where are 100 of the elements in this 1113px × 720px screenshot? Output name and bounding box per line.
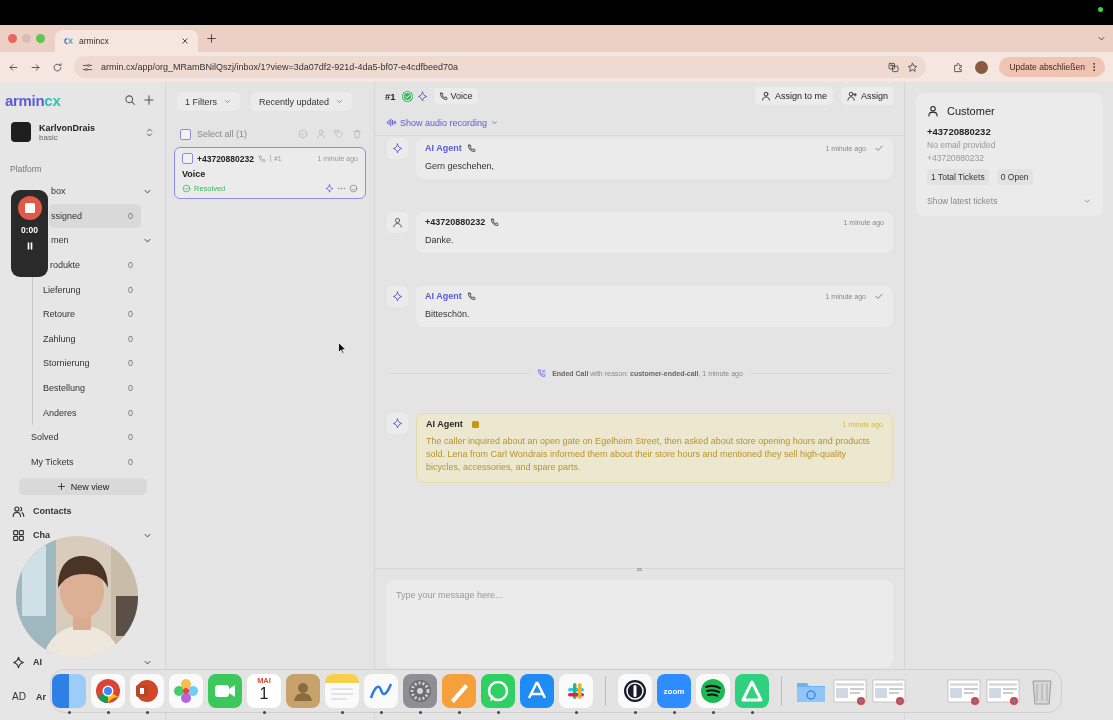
- back-icon[interactable]: [8, 61, 19, 73]
- reload-icon[interactable]: [52, 61, 63, 73]
- sidebar-item[interactable]: Stornierung 0: [33, 351, 141, 376]
- app-logo[interactable]: armincx: [5, 91, 61, 109]
- search-icon[interactable]: [124, 94, 136, 106]
- sidebar-item[interactable]: Solved 0: [19, 424, 141, 450]
- chevron-icon: [1082, 196, 1092, 206]
- grid-icon[interactable]: [12, 528, 25, 542]
- item-count: 0: [128, 358, 133, 369]
- extensions-icon[interactable]: [953, 61, 965, 73]
- assign-button[interactable]: Assign: [841, 87, 894, 105]
- new-tab-icon[interactable]: [206, 33, 217, 44]
- message-text: Bitteschön.: [425, 309, 471, 319]
- sidebar-item[interactable]: ssigned 0: [49, 203, 141, 229]
- sidebar-item[interactable]: Lieferung 0: [33, 277, 141, 302]
- app-icon[interactable]: [618, 674, 652, 708]
- sidebar-item[interactable]: Zahlung 0: [33, 326, 141, 352]
- sidebar-item[interactable]: men: [49, 228, 155, 253]
- sender-name: AI Agent: [425, 291, 462, 301]
- sidebar-item[interactable]: rodukte 0: [50, 252, 141, 278]
- assign-button[interactable]: Assign to me: [754, 87, 833, 105]
- address-bar[interactable]: armin.cx/app/org_MRamBNilQszj/inbox/1?view=3da07df2-921d-4da5-bf07-e4cdfbeed70a: [74, 56, 927, 78]
- section-label: Platform: [10, 164, 43, 174]
- phone-icon: [490, 217, 500, 227]
- sender-name: +43720880232: [425, 217, 486, 227]
- sender-name: AI Agent: [425, 143, 462, 153]
- user-icon: [760, 91, 771, 101]
- phone-icon: [257, 154, 266, 163]
- sidebar-item[interactable]: box: [49, 179, 155, 204]
- sort-button[interactable]: Recently updated: [251, 92, 353, 111]
- site-logo-icon: [63, 36, 73, 46]
- sidebar-item[interactable]: Anderes 0: [33, 400, 141, 425]
- check-circle-icon[interactable]: [298, 129, 308, 139]
- site-info-icon[interactable]: [82, 61, 93, 73]
- translate-icon[interactable]: [888, 61, 900, 73]
- tab-title: armincx: [79, 36, 110, 46]
- chevron-icon[interactable]: [490, 118, 500, 127]
- recording-time: 0:00: [21, 225, 38, 235]
- item-count: 0: [128, 284, 133, 295]
- waveform-icon[interactable]: [386, 117, 397, 128]
- item-count: 0: [128, 333, 133, 344]
- update-button[interactable]: Update abschließen: [999, 57, 1105, 77]
- star-icon[interactable]: [907, 61, 919, 73]
- smiley-icon[interactable]: [349, 184, 358, 193]
- stop-button[interactable]: [17, 196, 42, 220]
- forward-icon[interactable]: [30, 61, 41, 73]
- ticket-count: 0 Open: [996, 169, 1033, 185]
- sparkle-icon[interactable]: [12, 655, 25, 669]
- calendar-day: 1: [259, 685, 269, 702]
- item-count: 0: [128, 309, 133, 320]
- sidebar-item[interactable]: My Tickets 0: [19, 449, 141, 475]
- check-circle-icon: [182, 184, 191, 193]
- customer-name: +43720880232: [927, 126, 992, 137]
- user-icon: [392, 217, 403, 228]
- phone-icon: [537, 369, 547, 378]
- phone-icon: [438, 91, 448, 101]
- sparkle-icon: [416, 90, 428, 102]
- switch-icon[interactable]: [144, 126, 155, 138]
- chevron-icon: [335, 97, 345, 106]
- sparkle-icon: [392, 418, 403, 429]
- filters-button[interactable]: 1 Filters: [177, 92, 240, 111]
- phone-icon: [466, 291, 476, 301]
- user-initials: AD: [12, 691, 26, 703]
- sparkle-icon: [392, 143, 403, 154]
- ticket-count: 1 Total Tickets: [927, 169, 989, 185]
- card-title: Customer: [947, 105, 995, 117]
- item-count: 0: [128, 432, 133, 443]
- checkbox[interactable]: [180, 128, 191, 140]
- sparkle-icon: [325, 184, 334, 193]
- sender-name: AI Agent: [426, 419, 463, 429]
- message-text: The caller inquired about an open gate on Egelheim Street, then asked about store opening hours and products sold. Lena from Carl Wondrais informed them about their store hours and mentioned they sell high-quality bicycles, accessories, and spare parts.: [426, 435, 871, 474]
- contacts-icon[interactable]: [12, 504, 25, 518]
- audio-toggle[interactable]: Show audio recording: [400, 117, 488, 128]
- browser-tab[interactable]: armincx: [55, 30, 198, 52]
- message-input[interactable]: Type your message here...: [386, 580, 893, 668]
- nav-item[interactable]: Cha: [33, 530, 134, 541]
- nav-item[interactable]: Contacts: [33, 506, 153, 517]
- url-text: armin.cx/app/org_MRamBNilQszj/inbox/1?view=3da07df2-921d-4da5-bf07-e4cdfbeed70a: [101, 62, 459, 72]
- cursor-icon: [338, 342, 346, 354]
- message-text: Gern geschehen,: [425, 161, 496, 171]
- avatar-icon[interactable]: [975, 60, 989, 74]
- close-icon[interactable]: [180, 36, 190, 46]
- channel-label: Voice: [450, 91, 473, 101]
- nav-item[interactable]: AI: [33, 657, 134, 668]
- checkbox[interactable]: [182, 153, 193, 164]
- sparkle-icon: [392, 291, 403, 302]
- workspace-plan: basic: [39, 132, 59, 142]
- sidebar-item[interactable]: Retoure 0: [33, 301, 141, 327]
- check-circle-icon: [401, 90, 413, 102]
- message-text: Danke.: [425, 235, 455, 245]
- sidebar-item[interactable]: Bestellung 0: [33, 375, 141, 401]
- app-icon[interactable]: [696, 674, 730, 708]
- add-icon[interactable]: [143, 94, 155, 106]
- item-count: 0: [128, 260, 133, 271]
- customer-email: No email provided: [927, 140, 997, 150]
- item-count: 0: [128, 456, 133, 467]
- item-count: 0: [128, 210, 133, 221]
- new-view-button[interactable]: New view: [19, 478, 147, 496]
- ticket-number: #1: [385, 90, 396, 102]
- status-dot-icon: [1098, 7, 1103, 12]
